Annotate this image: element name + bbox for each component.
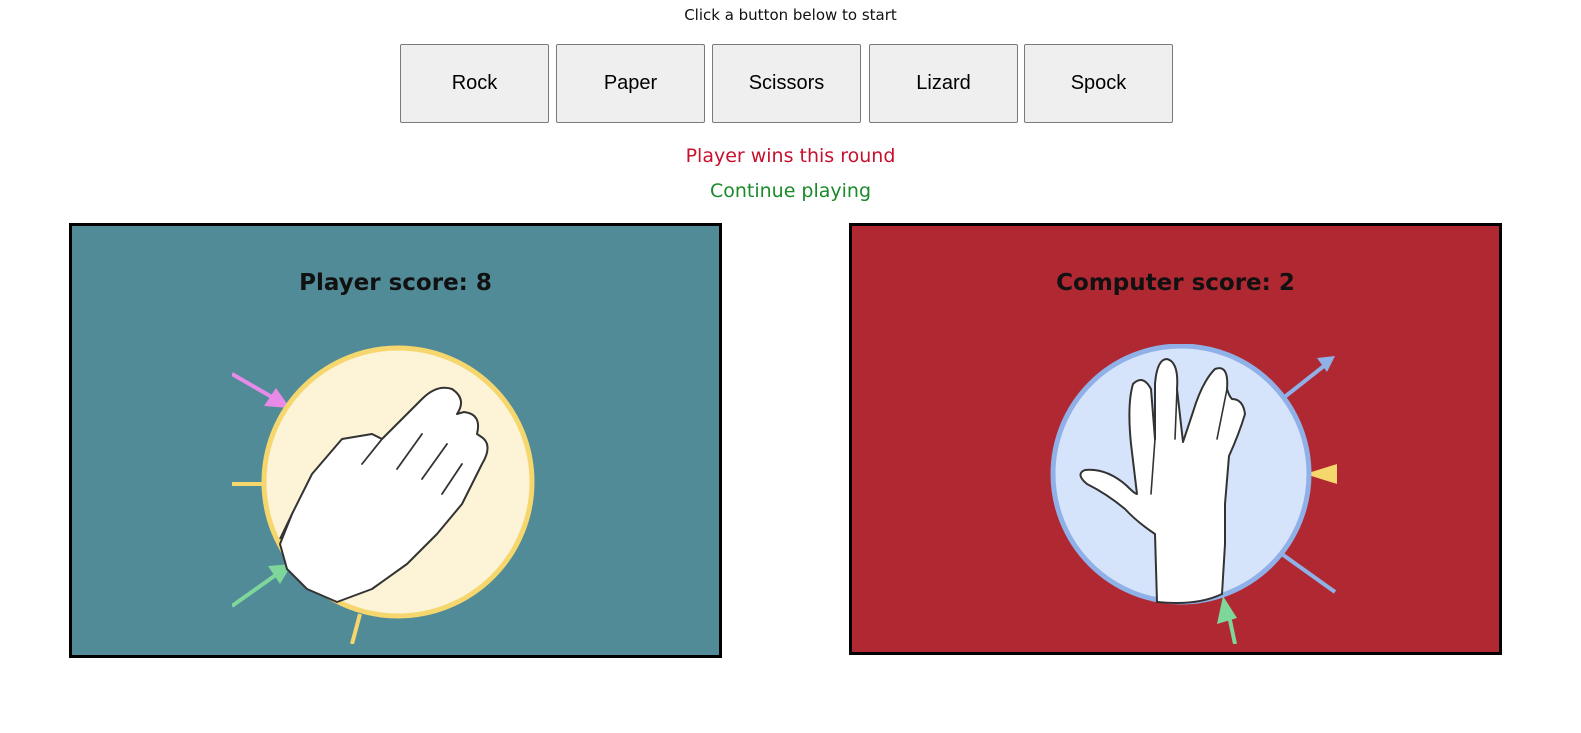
- computer-score: Computer score: 2: [1056, 270, 1295, 296]
- game-status-message: Continue playing: [709, 180, 872, 202]
- player-panel: Player score: 8: [69, 223, 722, 658]
- instruction-text: Click a button below to start: [684, 6, 897, 24]
- choice-button-row: Rock Paper Scissors Lizard Spock: [400, 44, 1190, 124]
- rock-button[interactable]: Rock: [400, 44, 549, 123]
- spock-button[interactable]: Spock: [1024, 44, 1173, 123]
- paper-button[interactable]: Paper: [556, 44, 705, 123]
- player-score: Player score: 8: [299, 270, 492, 296]
- spock-hand-icon: [1050, 344, 1337, 644]
- scissors-button[interactable]: Scissors: [712, 44, 861, 123]
- computer-panel: Computer score: 2: [849, 223, 1502, 655]
- paper-hand-icon: [232, 345, 535, 644]
- round-result-message: Player wins this round: [685, 145, 896, 167]
- lizard-button[interactable]: Lizard: [869, 44, 1018, 123]
